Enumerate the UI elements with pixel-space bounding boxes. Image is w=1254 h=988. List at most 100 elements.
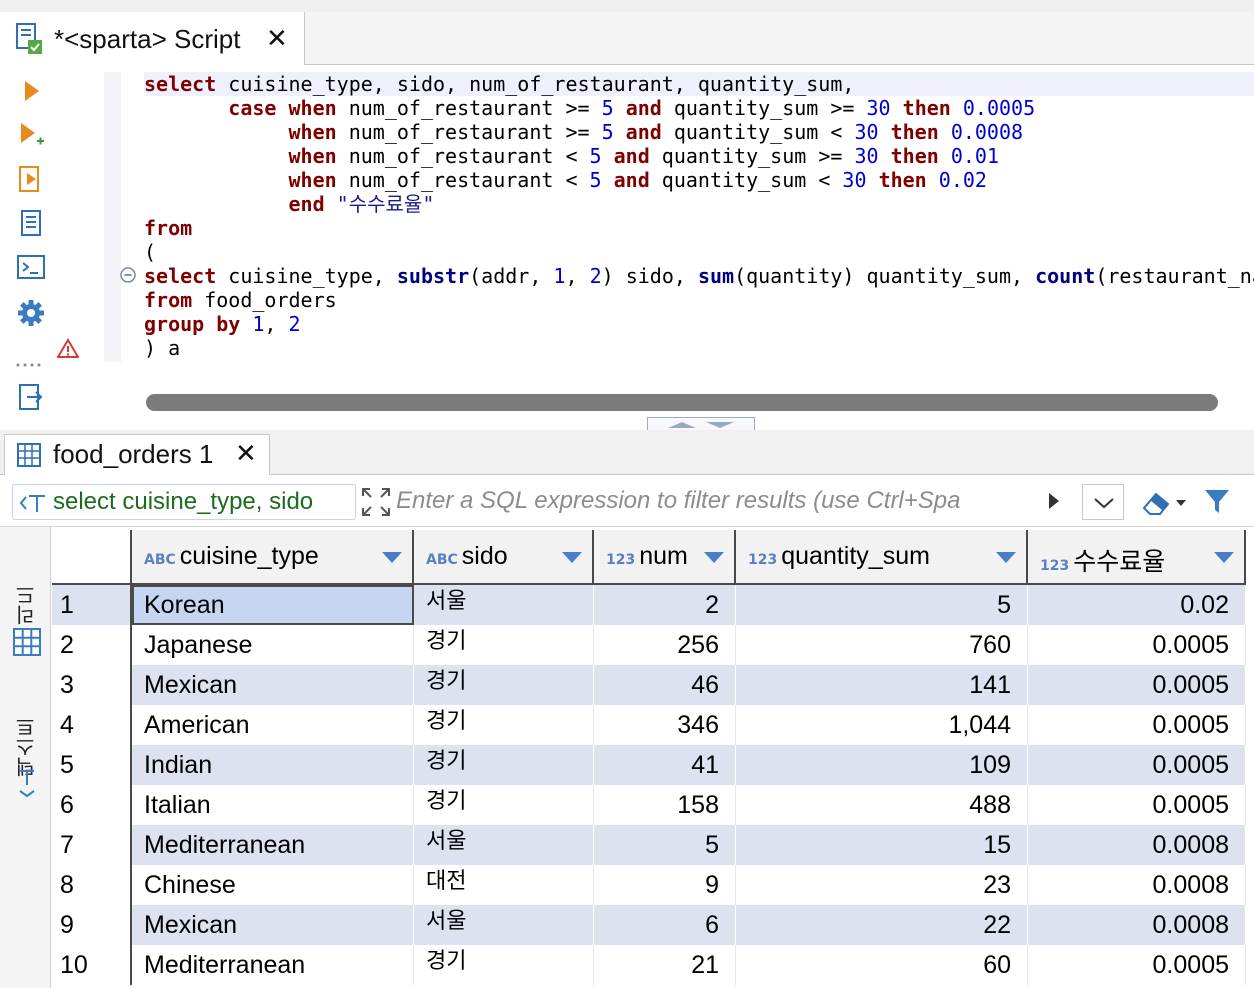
- column-menu-arrow-icon[interactable]: [382, 552, 402, 563]
- table-cell[interactable]: 경기: [414, 625, 594, 665]
- editor-horizontal-scrollbar[interactable]: [146, 394, 1218, 411]
- table-cell[interactable]: 109: [736, 745, 1028, 785]
- table-cell[interactable]: Mediterranean: [132, 945, 414, 985]
- column-menu-arrow-icon[interactable]: [996, 552, 1016, 563]
- table-cell[interactable]: 256: [594, 625, 736, 665]
- table-cell[interactable]: 경기: [414, 945, 594, 985]
- row-number[interactable]: 6: [52, 785, 132, 825]
- table-cell[interactable]: Mediterranean: [132, 825, 414, 865]
- tab-food-orders[interactable]: food_orders 1 ✕: [4, 434, 270, 475]
- table-cell[interactable]: 0.02: [1028, 585, 1246, 625]
- row-number[interactable]: 8: [52, 865, 132, 905]
- execute-new-tab-icon[interactable]: [14, 118, 48, 152]
- row-number-header[interactable]: [52, 530, 132, 585]
- table-row[interactable]: 1 Korean 서울 2 5 0.02: [52, 585, 1254, 625]
- panel-splitter[interactable]: [647, 417, 755, 431]
- row-number[interactable]: 1: [52, 585, 132, 625]
- tab-sparta-script[interactable]: *<sparta> Script ✕: [0, 12, 305, 65]
- settings-gear-icon[interactable]: [14, 296, 48, 330]
- table-cell[interactable]: 0.0008: [1028, 825, 1246, 865]
- filter-funnel-icon[interactable]: [1202, 486, 1232, 516]
- row-number[interactable]: 10: [52, 945, 132, 985]
- table-cell[interactable]: 0.0005: [1028, 945, 1246, 985]
- filter-history-dropdown[interactable]: [1082, 484, 1124, 520]
- table-row[interactable]: 9 Mexican 서울 6 22 0.0008: [52, 905, 1254, 945]
- warning-icon[interactable]: [56, 338, 80, 358]
- table-cell[interactable]: 서울: [414, 825, 594, 865]
- execute-statement-icon[interactable]: [14, 74, 48, 108]
- table-row[interactable]: 7 Mediterranean 서울 5 15 0.0008: [52, 825, 1254, 865]
- row-number[interactable]: 7: [52, 825, 132, 865]
- table-cell[interactable]: 9: [594, 865, 736, 905]
- table-cell[interactable]: 141: [736, 665, 1028, 705]
- table-cell[interactable]: 760: [736, 625, 1028, 665]
- table-cell[interactable]: 0.0005: [1028, 745, 1246, 785]
- table-cell[interactable]: Mexican: [132, 905, 414, 945]
- table-cell[interactable]: 서울: [414, 585, 594, 625]
- table-cell[interactable]: 2: [594, 585, 736, 625]
- fold-collapse-icon[interactable]: [120, 267, 136, 283]
- text-view-icon[interactable]: [16, 767, 38, 801]
- close-icon[interactable]: ✕: [266, 24, 288, 54]
- column-menu-arrow-icon[interactable]: [562, 552, 582, 563]
- table-cell[interactable]: Korean: [132, 585, 414, 625]
- table-cell[interactable]: Indian: [132, 745, 414, 785]
- row-number[interactable]: 2: [52, 625, 132, 665]
- column-header[interactable]: ABC sido: [414, 530, 594, 585]
- table-cell[interactable]: 경기: [414, 665, 594, 705]
- table-row[interactable]: 8 Chinese 대전 9 23 0.0008: [52, 865, 1254, 905]
- table-row[interactable]: 4 American 경기 346 1,044 0.0005: [52, 705, 1254, 745]
- grid-view-icon[interactable]: [12, 627, 42, 657]
- apply-filter-icon[interactable]: [1046, 490, 1062, 512]
- table-cell[interactable]: Japanese: [132, 625, 414, 665]
- table-cell[interactable]: Chinese: [132, 865, 414, 905]
- table-cell[interactable]: 1,044: [736, 705, 1028, 745]
- table-row[interactable]: 2 Japanese 경기 256 760 0.0005: [52, 625, 1254, 665]
- row-number[interactable]: 5: [52, 745, 132, 785]
- more-dots-icon[interactable]: [16, 352, 46, 367]
- table-cell[interactable]: 346: [594, 705, 736, 745]
- column-menu-arrow-icon[interactable]: [704, 552, 724, 563]
- table-cell[interactable]: 경기: [414, 745, 594, 785]
- row-number[interactable]: 3: [52, 665, 132, 705]
- query-text-box[interactable]: select cuisine_type, sido: [12, 484, 356, 520]
- table-cell[interactable]: 경기: [414, 785, 594, 825]
- table-cell[interactable]: 60: [736, 945, 1028, 985]
- eraser-icon[interactable]: [1140, 486, 1190, 518]
- execute-script-icon[interactable]: [14, 162, 48, 196]
- column-header[interactable]: 123 num: [594, 530, 736, 585]
- filter-expression-input[interactable]: Enter a SQL expression to filter results…: [396, 484, 1042, 520]
- export-icon[interactable]: [14, 380, 48, 414]
- column-header[interactable]: ABC cuisine_type: [132, 530, 414, 585]
- table-cell[interactable]: 21: [594, 945, 736, 985]
- table-cell[interactable]: 488: [736, 785, 1028, 825]
- sql-editor[interactable]: select cuisine_type, sido, num_of_restau…: [144, 72, 1254, 362]
- table-cell[interactable]: 0.0005: [1028, 665, 1246, 705]
- table-cell[interactable]: 0.0008: [1028, 905, 1246, 945]
- table-cell[interactable]: 0.0005: [1028, 705, 1246, 745]
- explain-plan-icon[interactable]: [14, 206, 48, 240]
- table-cell[interactable]: 대전: [414, 865, 594, 905]
- table-cell[interactable]: 23: [736, 865, 1028, 905]
- table-cell[interactable]: 5: [594, 825, 736, 865]
- table-cell[interactable]: 0.0005: [1028, 625, 1246, 665]
- table-row[interactable]: 6 Italian 경기 158 488 0.0005: [52, 785, 1254, 825]
- table-row[interactable]: 10 Mediterranean 경기 21 60 0.0005: [52, 945, 1254, 985]
- table-cell[interactable]: 경기: [414, 705, 594, 745]
- results-grid[interactable]: ABC cuisine_type ABC sido 123 num 123 quantity_…: [52, 530, 1254, 988]
- table-cell[interactable]: 0.0005: [1028, 785, 1246, 825]
- table-cell[interactable]: 46: [594, 665, 736, 705]
- close-icon[interactable]: ✕: [235, 439, 257, 469]
- table-cell[interactable]: Italian: [132, 785, 414, 825]
- column-header[interactable]: 123 수수료율: [1028, 530, 1246, 585]
- table-cell[interactable]: American: [132, 705, 414, 745]
- table-row[interactable]: 5 Indian 경기 41 109 0.0005: [52, 745, 1254, 785]
- row-number[interactable]: 9: [52, 905, 132, 945]
- table-cell[interactable]: 서울: [414, 905, 594, 945]
- expand-icon[interactable]: [360, 486, 392, 518]
- column-header[interactable]: 123 quantity_sum: [736, 530, 1028, 585]
- table-cell[interactable]: 22: [736, 905, 1028, 945]
- table-row[interactable]: 3 Mexican 경기 46 141 0.0005: [52, 665, 1254, 705]
- table-cell[interactable]: 158: [594, 785, 736, 825]
- table-cell[interactable]: Mexican: [132, 665, 414, 705]
